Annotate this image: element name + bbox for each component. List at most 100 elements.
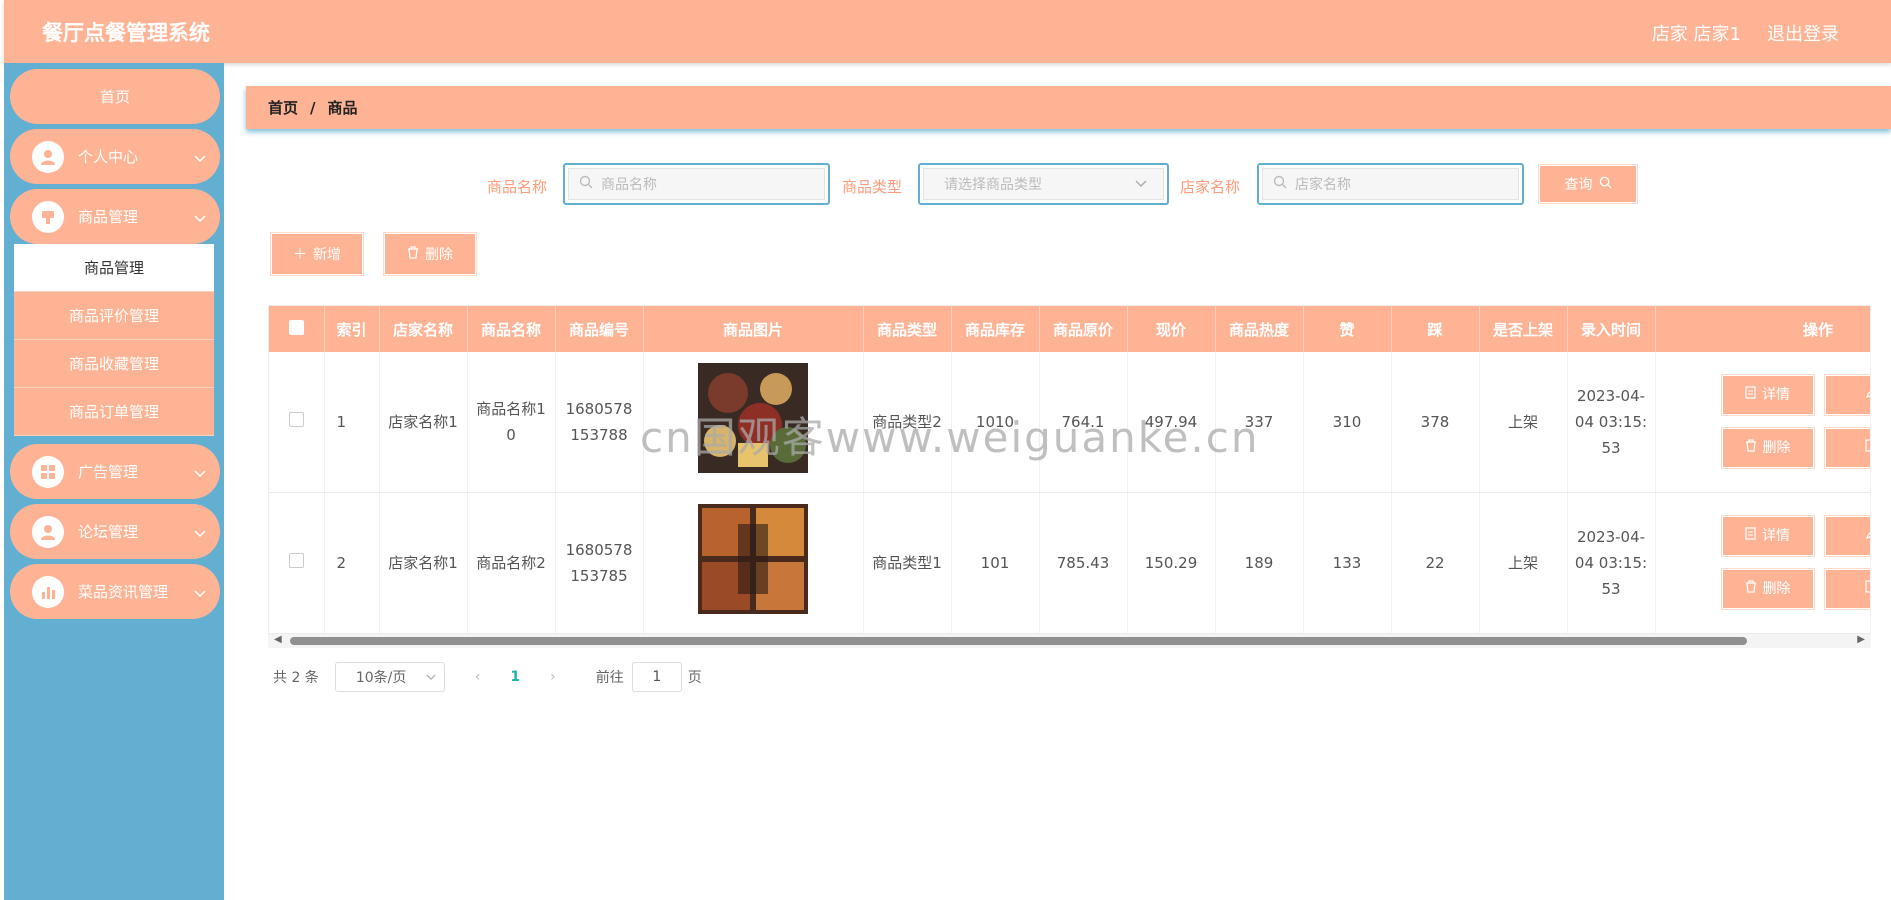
cell-dislikes: 378 [1391,352,1480,493]
goods-type-placeholder: 请选择商品类型 [944,177,1042,193]
chevron-down-icon [194,464,206,482]
chevron-down-icon [1135,176,1147,192]
table-horizontal-scrollbar[interactable]: ◀ ▶ [268,634,1871,648]
chevron-down-icon [426,669,436,685]
search-icon [1599,176,1612,193]
row-delete-button[interactable]: 删除 [1720,427,1815,469]
more-button[interactable] [1823,427,1870,469]
sidebar-item-label: 商品管理 [78,208,139,226]
cell-created-time: 2023-04-04 03:15:53 [1567,352,1656,493]
query-button[interactable]: 查询 [1538,164,1638,204]
grid-icon [32,455,64,488]
cell-goods-name: 商品名称2 [467,492,556,634]
search-icon [1273,175,1287,193]
column-header: 商品热度 [1215,306,1304,352]
search-icon [579,175,593,193]
detail-button[interactable]: 详情 [1720,374,1815,416]
column-header: 操作 [1655,306,1870,352]
column-header: 商品库存 [951,306,1040,352]
breadcrumb-home[interactable]: 首页 [268,97,298,118]
trash-icon [1745,435,1757,461]
scrollbar-thumb[interactable] [290,637,1747,645]
trash-icon [1745,576,1757,602]
pencil-icon [1865,523,1870,549]
trash-icon [407,245,419,263]
cell-created-time: 2023-04-04 03:15:53 [1567,492,1656,634]
add-button[interactable]: ＋ 新增 [270,232,364,276]
submenu-item-goods-manage[interactable]: 商品管理 [14,244,214,292]
sidebar-item-profile[interactable]: 个人中心 [10,129,220,184]
column-header: 现价 [1127,306,1216,352]
column-header: 店家名称 [379,306,468,352]
submenu-item-goods-order[interactable]: 商品订单管理 [14,388,214,436]
row-checkbox[interactable] [288,553,304,568]
shop-name-placeholder: 店家名称 [1295,177,1351,193]
table-row: 2 店家名称1 商品名称2 1680578153785 商品类型1 101 78… [269,492,1870,634]
column-header: 踩 [1391,306,1480,352]
chevron-down-icon [194,149,206,167]
cell-current-price: 150.29 [1127,492,1216,634]
submenu-item-goods-review[interactable]: 商品评价管理 [14,292,214,340]
page-size-select[interactable]: 10条/页 [334,662,445,692]
logout-link[interactable]: 退出登录 [1767,20,1839,46]
select-all-cell [269,306,325,352]
goto-unit: 页 [687,670,702,686]
cell-status: 上架 [1479,352,1568,493]
add-button-label: 新增 [313,247,341,263]
goods-type-select[interactable]: 请选择商品类型 [918,163,1169,205]
cell-dislikes: 22 [1391,492,1480,634]
row-select-cell [269,352,325,493]
sidebar-item-news[interactable]: 菜品资讯管理 [10,564,220,619]
row-delete-button[interactable]: 删除 [1720,568,1815,610]
cell-index: 1 [324,352,380,493]
sidebar-item-goods[interactable]: 商品管理 [10,189,220,244]
column-header: 商品编号 [555,306,644,352]
detail-button[interactable]: 详情 [1720,515,1815,557]
breadcrumb-separator: / [310,98,316,117]
goto-page-input[interactable]: 1 [631,662,682,692]
cell-likes: 310 [1303,352,1392,493]
column-header: 商品类型 [863,306,952,352]
detail-button-label: 详情 [1762,528,1790,544]
goods-name-input[interactable]: 商品名称 [563,163,830,205]
column-header: 赞 [1303,306,1392,352]
chevron-down-icon [194,584,206,602]
select-all-checkbox[interactable] [288,319,304,335]
more-button[interactable] [1823,568,1870,610]
cell-heat: 189 [1215,492,1304,634]
breadcrumb-current: 商品 [327,99,358,117]
edit-button[interactable] [1823,374,1870,416]
column-header: 录入时间 [1567,306,1656,352]
goods-image-thumbnail [698,363,808,473]
row-checkbox[interactable] [288,412,304,427]
cell-original-price: 785.43 [1039,492,1128,634]
scroll-right-icon[interactable]: ▶ [1857,634,1865,645]
cell-stock: 1010 [951,352,1040,493]
sidebar-item-ads[interactable]: 广告管理 [10,444,220,499]
chart-icon [32,575,64,608]
goto-label: 前往 [595,670,624,686]
prev-page-icon[interactable]: ‹ [475,669,481,685]
column-header: 商品原价 [1039,306,1128,352]
shop-name-input[interactable]: 店家名称 [1257,163,1524,205]
page-number-current[interactable]: 1 [510,669,520,685]
goods-table: 索引 店家名称 商品名称 商品编号 商品图片 商品类型 商品库存 商品原价 现价… [268,305,1871,648]
edit-button[interactable] [1823,515,1870,557]
document-icon [1865,576,1870,602]
cell-goods-code: 1680578153788 [555,352,644,493]
goods-icon [32,200,64,233]
page-size-value: 10条/页 [355,670,407,686]
document-icon [1745,382,1756,408]
next-page-icon[interactable]: › [550,669,556,685]
submenu-item-goods-favorite[interactable]: 商品收藏管理 [14,340,214,388]
sidebar-item-home[interactable]: 首页 [10,69,220,124]
sidebar-item-label: 广告管理 [78,463,139,481]
cell-original-price: 764.1 [1039,352,1128,493]
scroll-left-icon[interactable]: ◀ [274,634,282,645]
sidebar-item-forum[interactable]: 论坛管理 [10,504,220,559]
chevron-down-icon [194,209,206,227]
batch-delete-button[interactable]: 删除 [383,232,477,276]
column-header: 商品图片 [643,306,864,352]
column-header: 是否上架 [1479,306,1568,352]
column-header: 索引 [324,306,380,352]
